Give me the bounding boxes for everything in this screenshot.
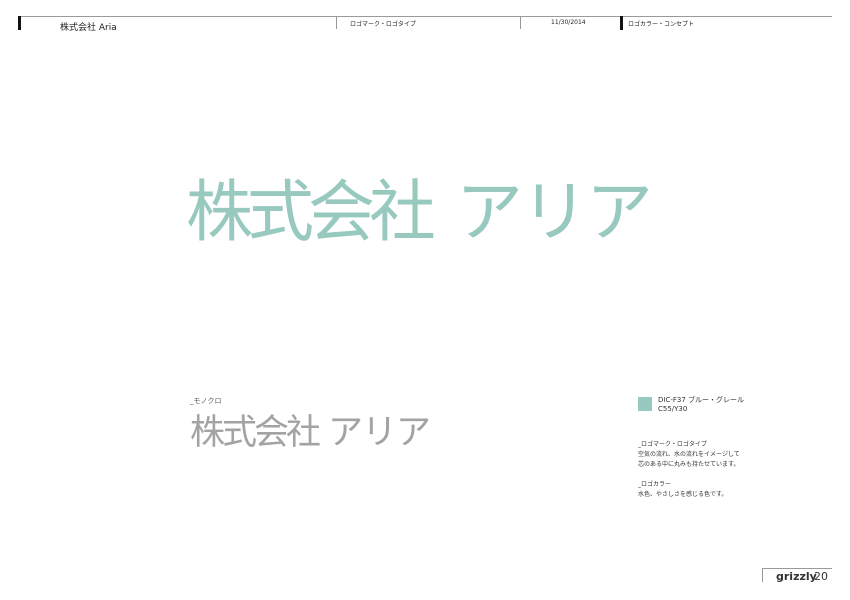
color-note-line: 水色、やさしさを感じる色です。 — [638, 491, 728, 498]
logotype-mono-kanji: 株式会社 — [190, 413, 321, 453]
header-subsection: ロゴカラー・コンセプト — [628, 21, 695, 28]
concept-notes: _ロゴマーク・ロゴタイプ 空気の流れ、水の流れをイメージして 芯のある中に丸みも… — [638, 440, 740, 500]
color-spec: DIC-F37 ブルー・グレール C55/Y30 — [658, 396, 744, 414]
logotype-color: 株式会社 アリア — [186, 172, 653, 252]
header-divider — [520, 16, 521, 29]
logotype-mono-kana: アリア — [328, 413, 431, 453]
color-swatch — [638, 397, 652, 411]
logotype-note-line: 空気の流れ、水の流れをイメージして — [638, 451, 740, 458]
header-company: 株式会社 Aria — [60, 23, 117, 33]
header-marker-right — [620, 16, 623, 30]
footer-corner-rule — [762, 568, 832, 569]
page-number: 20 — [814, 570, 828, 583]
header-divider — [336, 16, 337, 29]
header-date: 11/30/2014 — [551, 19, 586, 26]
logotype-note-line: 芯のある中に丸みも持たせています。 — [638, 461, 740, 468]
color-cmyk: C55/Y30 — [658, 405, 688, 413]
logotype-kanji: 株式会社 — [186, 173, 436, 251]
header-rule — [21, 16, 832, 17]
header-section: ロゴマーク・ロゴタイプ — [350, 21, 416, 28]
color-name: DIC-F37 ブルー・グレール — [658, 396, 745, 404]
logotype-kana: アリア — [456, 173, 653, 251]
header-marker-left — [18, 16, 21, 30]
logotype-mono: 株式会社 アリア — [190, 411, 431, 455]
color-note-heading: _ロゴカラー — [638, 481, 672, 488]
footer-corner-rule — [762, 568, 763, 582]
mono-label: _モノクロ — [190, 397, 222, 405]
footer-brand-logo: grizzly — [776, 570, 817, 583]
logotype-note-heading: _ロゴマーク・ロゴタイプ — [638, 441, 707, 448]
